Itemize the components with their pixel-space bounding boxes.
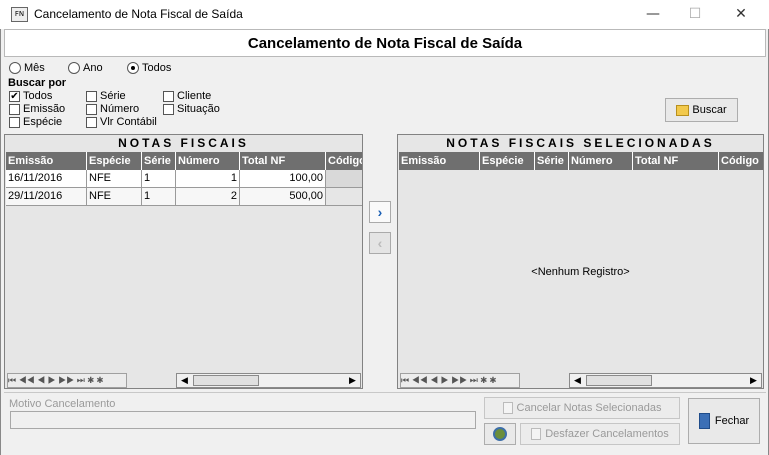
scroll-left-arrow-icon[interactable]: ◀: [177, 374, 192, 387]
cancel-doc-icon: [502, 402, 513, 415]
remove-selected-button[interactable]: ‹: [369, 232, 391, 254]
radio-mes[interactable]: Mês: [9, 62, 45, 75]
radio-todos[interactable]: Todos: [127, 62, 171, 75]
check-box[interactable]: [86, 116, 97, 128]
left-grid-navigator[interactable]: ⏮ ◀◀ ◀ ▶ ▶▶ ⏭ ✱ ✱: [7, 373, 127, 388]
cell-serie: 1: [142, 188, 176, 206]
radio-indicator[interactable]: [127, 62, 139, 75]
search-button[interactable]: Buscar: [665, 98, 738, 122]
col-emissao[interactable]: Emissão: [399, 152, 480, 170]
cancel-selected-button[interactable]: Cancelar Notas Selecionadas: [484, 397, 680, 419]
close-button[interactable]: Fechar: [688, 398, 760, 444]
col-total-nf[interactable]: Total NF: [633, 152, 719, 170]
radio-indicator[interactable]: [68, 62, 80, 75]
check-box[interactable]: [9, 103, 20, 115]
cell-codigo: [326, 188, 362, 206]
undo-cancellations-button[interactable]: Desfazer Cancelamentos: [520, 423, 680, 445]
check-cliente[interactable]: Cliente: [163, 90, 211, 102]
col-serie[interactable]: Série: [535, 152, 569, 170]
cell-emissao: 16/11/2016: [6, 170, 87, 188]
right-grid-title: NOTAS FISCAIS SELECIONADAS: [446, 136, 715, 150]
gear-icon: [493, 427, 507, 441]
cell-especie: NFE: [87, 170, 142, 188]
radio-ano[interactable]: Ano: [68, 62, 103, 75]
col-emissao[interactable]: Emissão: [6, 152, 87, 170]
check-numero[interactable]: Número: [86, 103, 139, 115]
check-emissao[interactable]: Emissão: [9, 103, 65, 115]
check-box[interactable]: [163, 90, 174, 102]
cell-serie: 1: [142, 170, 176, 188]
scroll-right-arrow-icon[interactable]: ▶: [746, 374, 761, 387]
check-box[interactable]: [9, 116, 20, 128]
undo-doc-icon: [531, 428, 542, 441]
minimize-button[interactable]: —: [630, 0, 676, 29]
app-icon: FN: [11, 7, 28, 22]
right-grid-navigator[interactable]: ⏮ ◀◀ ◀ ▶ ▶▶ ⏭ ✱ ✱: [400, 373, 520, 388]
left-grid-panel: NOTAS FISCAIS Emissão Espécie Série Núme…: [4, 134, 363, 389]
door-exit-icon: [698, 413, 710, 430]
title-bar: FN Cancelamento de Nota Fiscal de Saída …: [0, 0, 769, 29]
page-header: Cancelamento de Nota Fiscal de Saída: [4, 29, 766, 57]
check-box[interactable]: [163, 103, 174, 115]
cell-especie: NFE: [87, 188, 142, 206]
cell-numero: 1: [176, 170, 240, 188]
table-row[interactable]: 16/11/2016 NFE 1 1 100,00: [6, 170, 362, 188]
scroll-left-arrow-icon[interactable]: ◀: [570, 374, 585, 387]
cell-total-nf: 100,00: [240, 170, 326, 188]
right-grid-header: Emissão Espécie Série Número Total NF Có…: [399, 152, 763, 170]
cell-total-nf: 500,00: [240, 188, 326, 206]
reason-input[interactable]: [10, 411, 476, 429]
col-numero[interactable]: Número: [176, 152, 240, 170]
close-window-button[interactable]: ✕: [718, 0, 764, 29]
col-numero[interactable]: Número: [569, 152, 633, 170]
check-box[interactable]: ✔: [9, 90, 20, 102]
col-serie[interactable]: Série: [142, 152, 176, 170]
check-especie[interactable]: Espécie: [9, 116, 62, 128]
left-grid-title: NOTAS FISCAIS: [118, 136, 249, 150]
window-title: Cancelamento de Nota Fiscal de Saída: [34, 7, 243, 21]
check-serie[interactable]: Série: [86, 90, 126, 102]
scroll-right-arrow-icon[interactable]: ▶: [345, 374, 360, 387]
scroll-thumb[interactable]: [586, 375, 652, 386]
page-title: Cancelamento de Nota Fiscal de Saída: [247, 35, 523, 52]
settings-button[interactable]: [484, 423, 516, 445]
add-selected-button[interactable]: ›: [369, 201, 391, 223]
left-grid-header: Emissão Espécie Série Número Total NF Có…: [6, 152, 362, 170]
right-grid-hscrollbar[interactable]: ◀ ▶: [569, 373, 762, 388]
scroll-thumb[interactable]: [193, 375, 259, 386]
right-grid-panel: NOTAS FISCAIS SELECIONADAS Emissão Espéc…: [397, 134, 764, 389]
check-box[interactable]: [86, 90, 97, 102]
check-situacao[interactable]: Situação: [163, 103, 220, 115]
maximize-button[interactable]: ☐: [672, 0, 718, 29]
left-grid-hscrollbar[interactable]: ◀ ▶: [176, 373, 361, 388]
cell-codigo: [326, 170, 362, 188]
col-especie[interactable]: Espécie: [87, 152, 142, 170]
footer-divider: [4, 392, 766, 393]
empty-grid-text: <Nenhum Registro>: [531, 266, 630, 278]
col-codigo[interactable]: Código: [326, 152, 362, 170]
reason-label: Motivo Cancelamento: [9, 398, 116, 410]
radio-indicator[interactable]: [9, 62, 21, 75]
folder-search-icon: [676, 104, 690, 116]
cell-numero: 2: [176, 188, 240, 206]
search-by-label: Buscar por: [8, 77, 67, 89]
col-especie[interactable]: Espécie: [480, 152, 535, 170]
check-vlr-contabil[interactable]: Vlr Contábil: [86, 116, 157, 128]
table-row[interactable]: 29/11/2016 NFE 1 2 500,00: [6, 188, 362, 206]
col-total-nf[interactable]: Total NF: [240, 152, 326, 170]
cell-emissao: 29/11/2016: [6, 188, 87, 206]
check-box[interactable]: [86, 103, 97, 115]
col-codigo[interactable]: Código: [719, 152, 763, 170]
check-todos[interactable]: ✔ Todos: [9, 90, 52, 102]
